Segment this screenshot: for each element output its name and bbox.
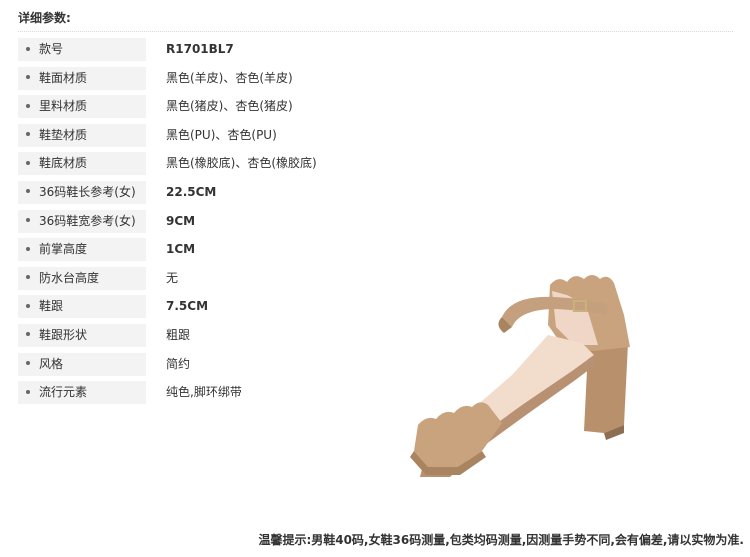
bullet-icon xyxy=(26,361,30,366)
bullet-icon xyxy=(26,218,30,223)
spec-label: 防水台高度 xyxy=(18,266,146,290)
product-sandal-image xyxy=(410,275,630,477)
spec-row: 鞋面材质 黑色(羊皮)、杏色(羊皮) xyxy=(18,65,418,94)
spec-label: 风格 xyxy=(18,352,146,376)
spec-value: R1701BL7 xyxy=(166,42,234,56)
spec-label: 36码鞋宽参考(女) xyxy=(18,209,146,233)
spec-value: 1CM xyxy=(166,242,196,257)
bullet-icon xyxy=(26,46,30,51)
spec-label: 流行元素 xyxy=(18,381,146,405)
spec-row: 前掌高度 1CM xyxy=(18,236,418,265)
bullet-icon xyxy=(26,75,30,80)
bullet-icon xyxy=(26,103,30,108)
spec-value: 黑色(PU)、杏色(PU) xyxy=(166,127,277,142)
spec-row: 里料材质 黑色(猪皮)、杏色(猪皮) xyxy=(18,93,418,122)
bullet-icon xyxy=(26,189,30,194)
spec-row: 款号 R1701BL7 xyxy=(18,36,418,65)
spec-value: 7.5CM xyxy=(166,299,209,314)
spec-label: 鞋面材质 xyxy=(18,66,146,90)
spec-row: 防水台高度 无 xyxy=(18,265,418,294)
spec-value: 无 xyxy=(166,270,179,285)
spec-label: 前掌高度 xyxy=(18,238,146,262)
spec-label: 36码鞋长参考(女) xyxy=(18,180,146,204)
spec-label: 鞋底材质 xyxy=(18,152,146,176)
spec-value: 黑色(猪皮)、杏色(猪皮) xyxy=(166,99,293,114)
bullet-icon xyxy=(26,160,30,165)
spec-label: 款号 xyxy=(18,38,146,61)
spec-label: 鞋跟 xyxy=(18,295,146,319)
spec-row: 鞋跟形状 粗跟 xyxy=(18,322,418,351)
spec-value: 纯色,脚环绑带 xyxy=(166,385,242,400)
spec-row: 36码鞋宽参考(女) 9CM xyxy=(18,208,418,237)
bullet-icon xyxy=(26,275,30,280)
bullet-icon xyxy=(26,246,30,251)
spec-label: 里料材质 xyxy=(18,95,146,119)
size-notice: 温馨提示:男鞋40码,女鞋36码测量,包类均码测量,因测量手势不同,会有偏差,请… xyxy=(258,533,744,547)
bullet-icon xyxy=(26,389,30,394)
spec-label: 鞋跟形状 xyxy=(18,323,146,347)
spec-value: 简约 xyxy=(166,356,191,371)
spec-value: 黑色(橡胶底)、杏色(橡胶底) xyxy=(166,156,317,171)
spec-value: 22.5CM xyxy=(166,184,217,199)
spec-list: 款号 R1701BL7 鞋面材质 黑色(羊皮)、杏色(羊皮) 里料材质 黑色(猪… xyxy=(18,36,418,408)
spec-row: 鞋跟 7.5CM xyxy=(18,293,418,322)
bullet-icon xyxy=(26,303,30,308)
spec-label: 鞋垫材质 xyxy=(18,123,146,147)
spec-row: 风格 简约 xyxy=(18,351,418,380)
spec-value: 9CM xyxy=(166,213,196,228)
bullet-icon xyxy=(26,332,30,337)
spec-value: 黑色(羊皮)、杏色(羊皮) xyxy=(166,70,293,85)
spec-value: 粗跟 xyxy=(166,327,191,342)
spec-row: 鞋垫材质 黑色(PU)、杏色(PU) xyxy=(18,122,418,151)
spec-row: 36码鞋长参考(女) 22.5CM xyxy=(18,179,418,208)
spec-row: 鞋底材质 黑色(橡胶底)、杏色(橡胶底) xyxy=(18,150,418,179)
spec-row: 流行元素 纯色,脚环绑带 xyxy=(18,379,418,408)
section-title: 详细参数: xyxy=(18,9,733,32)
bullet-icon xyxy=(26,132,30,137)
